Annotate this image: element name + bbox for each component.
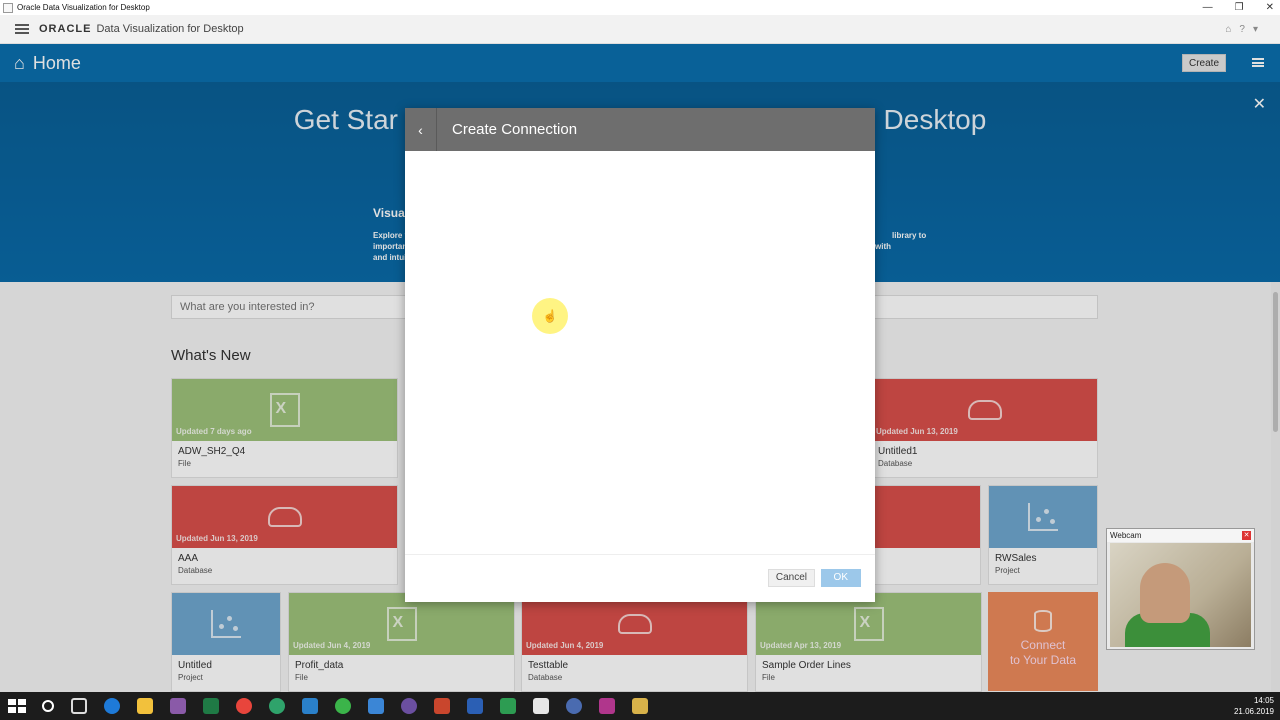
app-name: Data Visualization for Desktop: [96, 23, 244, 35]
task-view-icon[interactable]: [71, 698, 87, 714]
help-icon[interactable]: ?: [1239, 24, 1245, 35]
app-icon[interactable]: [599, 698, 615, 714]
webcam-title: Webcam: [1107, 529, 1254, 542]
excel-icon[interactable]: [203, 698, 219, 714]
dialog-header: ‹ Create Connection: [405, 108, 875, 151]
restore-icon[interactable]: ❐: [1235, 0, 1244, 15]
oracle-logo: ORACLE: [39, 23, 92, 35]
window-titlebar: Oracle Data Visualization for Desktop — …: [0, 0, 1280, 15]
dialog-body: ☝: [405, 151, 875, 555]
chevron-down-icon[interactable]: ▾: [1253, 24, 1258, 35]
app-icon[interactable]: [368, 698, 384, 714]
app-icon[interactable]: [302, 698, 318, 714]
chrome-icon[interactable]: [236, 698, 252, 714]
windows-start-icon[interactable]: [8, 699, 26, 713]
word-icon[interactable]: [467, 698, 483, 714]
close-window-icon[interactable]: ✕: [1266, 0, 1274, 15]
create-connection-dialog: ‹ Create Connection ☝ Cancel OK: [405, 108, 875, 602]
app-icon[interactable]: [533, 698, 549, 714]
clock-time: 14:05: [1253, 696, 1274, 705]
dialog-title: Create Connection: [452, 121, 578, 138]
app-icon[interactable]: [401, 698, 417, 714]
ok-button[interactable]: OK: [820, 569, 861, 587]
back-chevron-icon[interactable]: ‹: [405, 108, 437, 151]
app-icon[interactable]: [632, 698, 648, 714]
app-icon[interactable]: [500, 698, 516, 714]
window-title: Oracle Data Visualization for Desktop: [17, 3, 150, 12]
close-icon[interactable]: ✕: [1242, 531, 1251, 540]
pointer-hand-icon: ☝: [532, 298, 568, 334]
minimize-icon[interactable]: —: [1203, 0, 1213, 15]
lock-icon[interactable]: [566, 698, 582, 714]
hamburger-menu-icon[interactable]: [15, 24, 29, 34]
powerpoint-icon[interactable]: [434, 698, 450, 714]
clock-date: 21.06.2019: [1233, 707, 1274, 716]
home-icon[interactable]: ⌂: [1225, 24, 1231, 35]
webcam-video: [1110, 543, 1251, 647]
webcam-window[interactable]: Webcam ✕: [1106, 528, 1255, 650]
taskbar: 14:05 21.06.2019: [0, 692, 1280, 720]
app-icon[interactable]: [269, 698, 285, 714]
search-icon[interactable]: [42, 700, 54, 712]
app-icon: [3, 2, 13, 13]
taskbar-clock[interactable]: 14:05 21.06.2019: [1234, 695, 1274, 717]
dialog-footer: Cancel OK: [405, 555, 875, 602]
app-header: ORACLE Data Visualization for Desktop ⌂ …: [0, 15, 1280, 44]
app-icon[interactable]: [335, 698, 351, 714]
file-explorer-icon[interactable]: [137, 698, 153, 714]
edge-icon[interactable]: [104, 698, 120, 714]
cancel-button[interactable]: Cancel: [767, 569, 815, 587]
app-icon[interactable]: [170, 698, 186, 714]
